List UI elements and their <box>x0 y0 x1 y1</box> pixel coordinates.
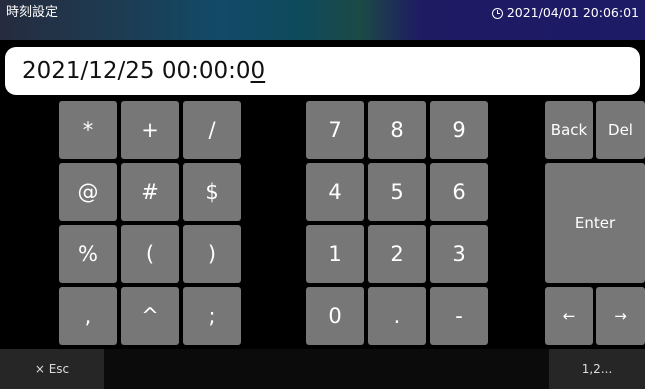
key-asterisk[interactable]: * <box>59 101 117 159</box>
key-dollar[interactable]: $ <box>183 163 241 221</box>
enter-button[interactable]: Enter <box>545 163 645 283</box>
cursor-left-button[interactable]: ← <box>545 287 593 345</box>
key-percent[interactable]: % <box>59 225 117 283</box>
key-3[interactable]: 3 <box>430 225 488 283</box>
cursor-right-button[interactable]: → <box>596 287 645 345</box>
key-6[interactable]: 6 <box>430 163 488 221</box>
key-dot[interactable]: . <box>368 287 426 345</box>
key-2[interactable]: 2 <box>368 225 426 283</box>
key-minus[interactable]: - <box>430 287 488 345</box>
key-4[interactable]: 4 <box>306 163 364 221</box>
input-value: 2021/12/25 00:00:0 <box>22 58 251 84</box>
key-hash[interactable]: # <box>121 163 179 221</box>
bottom-bar: × Esc 1,2... <box>0 349 645 389</box>
key-5[interactable]: 5 <box>368 163 426 221</box>
delete-button[interactable]: Del <box>596 101 645 159</box>
key-comma[interactable]: , <box>59 287 117 345</box>
escape-button[interactable]: × Esc <box>0 349 104 389</box>
key-7[interactable]: 7 <box>306 101 364 159</box>
key-semicolon[interactable]: ; <box>183 287 241 345</box>
input-cursor-char: 0 <box>250 58 266 84</box>
datetime-input[interactable]: 2021/12/25 00:00:00 <box>5 47 640 95</box>
back-button[interactable]: Back <box>545 101 593 159</box>
key-0[interactable]: 0 <box>306 287 364 345</box>
key-9[interactable]: 9 <box>430 101 488 159</box>
key-8[interactable]: 8 <box>368 101 426 159</box>
current-datetime: 2021/04/01 20:06:01 <box>506 5 639 20</box>
key-plus[interactable]: + <box>121 101 179 159</box>
clock-icon <box>491 7 503 19</box>
key-at[interactable]: @ <box>59 163 117 221</box>
key-caret[interactable]: ^ <box>121 287 179 345</box>
key-open-paren[interactable]: ( <box>121 225 179 283</box>
key-1[interactable]: 1 <box>306 225 364 283</box>
key-close-paren[interactable]: ) <box>183 225 241 283</box>
dialog-title: 時刻設定 <box>6 5 59 20</box>
key-slash[interactable]: / <box>183 101 241 159</box>
title-bar: 時刻設定 2021/04/01 20:06:01 <box>0 0 645 40</box>
keyboard-mode-button[interactable]: 1,2... <box>549 349 645 389</box>
clock-display: 2021/04/01 20:06:01 <box>491 0 639 26</box>
